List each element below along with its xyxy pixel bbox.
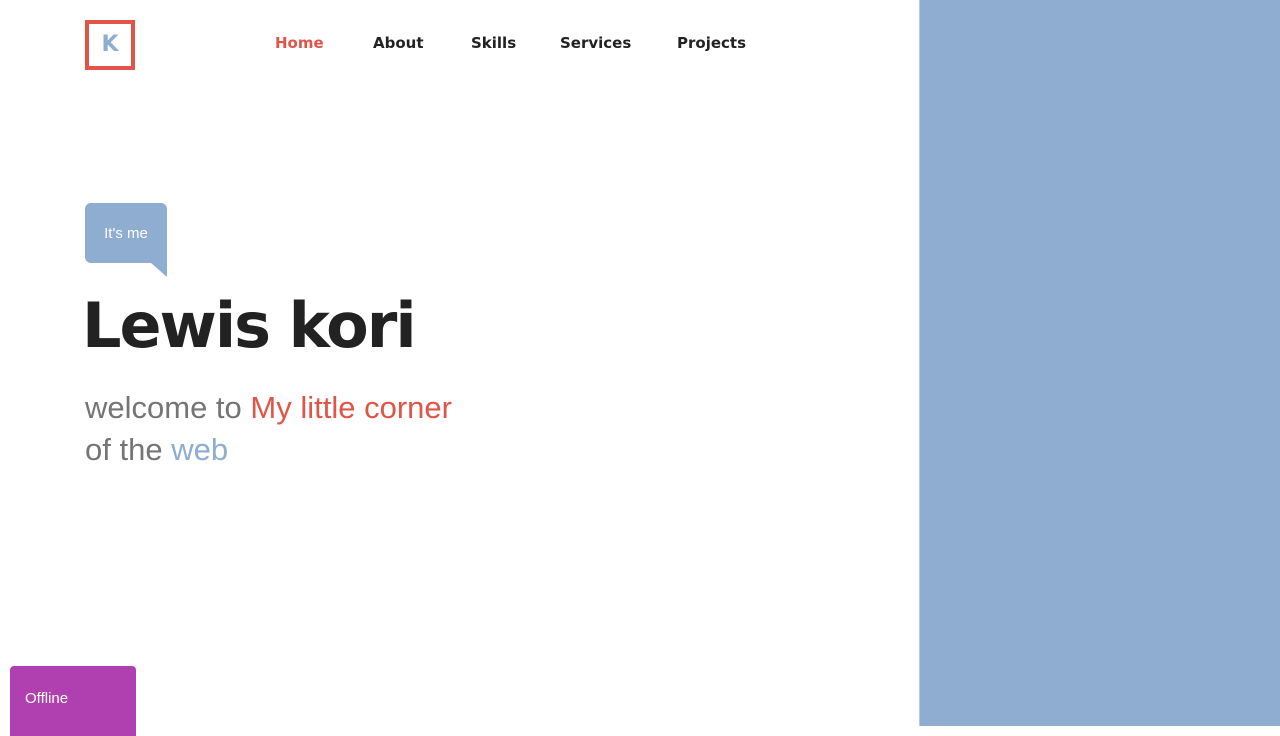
- nav-link-projects[interactable]: Projects: [677, 34, 746, 52]
- nav-link-home[interactable]: Home: [275, 34, 324, 52]
- logo-letter: K: [101, 32, 119, 57]
- tagline-part-2: of the: [85, 432, 172, 467]
- speech-bubble: It's me: [85, 203, 167, 263]
- speech-bubble-text: It's me: [104, 224, 148, 242]
- hero-tagline: welcome to My little corner of the web: [85, 387, 505, 471]
- nav-link-skills[interactable]: Skills: [471, 34, 516, 52]
- speech-bubble-tail: [151, 263, 167, 277]
- nav-link-about[interactable]: About: [373, 34, 424, 52]
- tagline-highlight-corner: My little corner: [250, 390, 452, 425]
- hero-side-panel: [919, 0, 1280, 726]
- nav-link-services[interactable]: Services: [560, 34, 631, 52]
- tagline-part-1: welcome to: [85, 390, 251, 425]
- status-label: Offline: [25, 690, 69, 707]
- site-logo[interactable]: K: [85, 20, 135, 70]
- hero-name: Lewis kori: [82, 289, 417, 362]
- tagline-highlight-web: web: [171, 432, 229, 467]
